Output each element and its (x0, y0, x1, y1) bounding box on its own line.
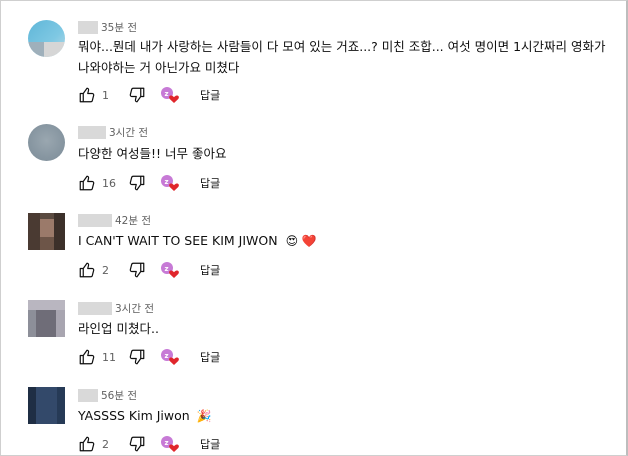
thumbs-up-icon[interactable] (78, 174, 96, 192)
svg-text:z: z (165, 178, 169, 186)
svg-text:z: z (165, 439, 169, 447)
avatar[interactable] (28, 213, 65, 250)
comment-text: I CAN'T WAIT TO SEE KIM JIWON 😍 ❤️ (78, 230, 613, 252)
comment-actions: 1 z 답글 (78, 85, 220, 105)
creator-heart-icon: z (160, 174, 180, 192)
comment-meta: 56분 전 (78, 388, 137, 402)
svg-text:z: z (165, 265, 169, 273)
comment-text-body: YASSSS Kim Jiwon (78, 408, 190, 423)
like-count: 1 (102, 88, 109, 102)
comment-text-body: I CAN'T WAIT TO SEE KIM JIWON (78, 233, 278, 248)
thumbs-down-icon[interactable] (128, 261, 146, 279)
thumbs-down-icon[interactable] (128, 174, 146, 192)
reply-button[interactable]: 답글 (200, 349, 220, 365)
thumbs-down-icon[interactable] (128, 348, 146, 366)
comment-actions: 2 z 답글 (78, 260, 220, 280)
comment-meta: 3시간 전 (78, 125, 148, 139)
comment-actions: 2 z 답글 (78, 434, 220, 454)
avatar[interactable] (28, 387, 65, 424)
comment-time[interactable]: 3시간 전 (115, 301, 154, 316)
like-count: 16 (102, 176, 116, 190)
comment-time[interactable]: 35분 전 (101, 20, 137, 35)
comment-time[interactable]: 42분 전 (115, 213, 151, 228)
author-name-redacted[interactable] (78, 301, 112, 315)
comment-actions: 11 z 답글 (78, 347, 220, 367)
reply-button[interactable]: 답글 (200, 87, 220, 103)
reply-button[interactable]: 답글 (200, 175, 220, 191)
thumbs-down-icon[interactable] (128, 435, 146, 453)
avatar[interactable] (28, 20, 65, 57)
svg-text:z: z (165, 352, 169, 360)
like-count: 2 (102, 263, 109, 277)
emoji-party-popper: 🎉 (196, 409, 212, 423)
comment-meta: 42분 전 (78, 213, 151, 227)
author-name-redacted[interactable] (78, 388, 98, 402)
emoji-heart-eyes-red-heart: 😍 ❤️ (285, 234, 317, 248)
comment-text: 뭐야...뭔데 내가 사랑하는 사람들이 다 모여 있는 거죠...? 미친 조… (78, 39, 606, 75)
creator-heart-icon: z (160, 86, 180, 104)
reply-button[interactable]: 답글 (200, 436, 220, 452)
thumbs-up-icon[interactable] (78, 261, 96, 279)
svg-text:z: z (165, 90, 169, 98)
creator-heart-icon: z (160, 261, 180, 279)
like-count: 11 (102, 350, 116, 364)
comment-list: 35분 전 뭐야...뭔데 내가 사랑하는 사람들이 다 모여 있는 거죠...… (0, 0, 628, 456)
comment-meta: 3시간 전 (78, 301, 154, 315)
comment-text: YASSSS Kim Jiwon 🎉 (78, 405, 613, 427)
avatar[interactable] (28, 124, 65, 161)
author-name-redacted[interactable] (78, 20, 98, 34)
author-name-redacted[interactable] (78, 125, 106, 139)
comment-text: 다양한 여성들!! 너무 좋아요 (78, 146, 227, 161)
reply-button[interactable]: 답글 (200, 262, 220, 278)
creator-heart-icon: z (160, 435, 180, 453)
comment-meta: 35분 전 (78, 20, 137, 34)
thumbs-down-icon[interactable] (128, 86, 146, 104)
avatar[interactable] (28, 300, 65, 337)
comment-time[interactable]: 3시간 전 (109, 125, 148, 140)
thumbs-up-icon[interactable] (78, 435, 96, 453)
comment-time[interactable]: 56분 전 (101, 388, 137, 403)
comment-text: 라인업 미쳤다.. (78, 321, 159, 336)
creator-heart-icon: z (160, 348, 180, 366)
comment-actions: 16 z 답글 (78, 173, 220, 193)
like-count: 2 (102, 437, 109, 451)
author-name-redacted[interactable] (78, 213, 112, 227)
thumbs-up-icon[interactable] (78, 86, 96, 104)
thumbs-up-icon[interactable] (78, 348, 96, 366)
